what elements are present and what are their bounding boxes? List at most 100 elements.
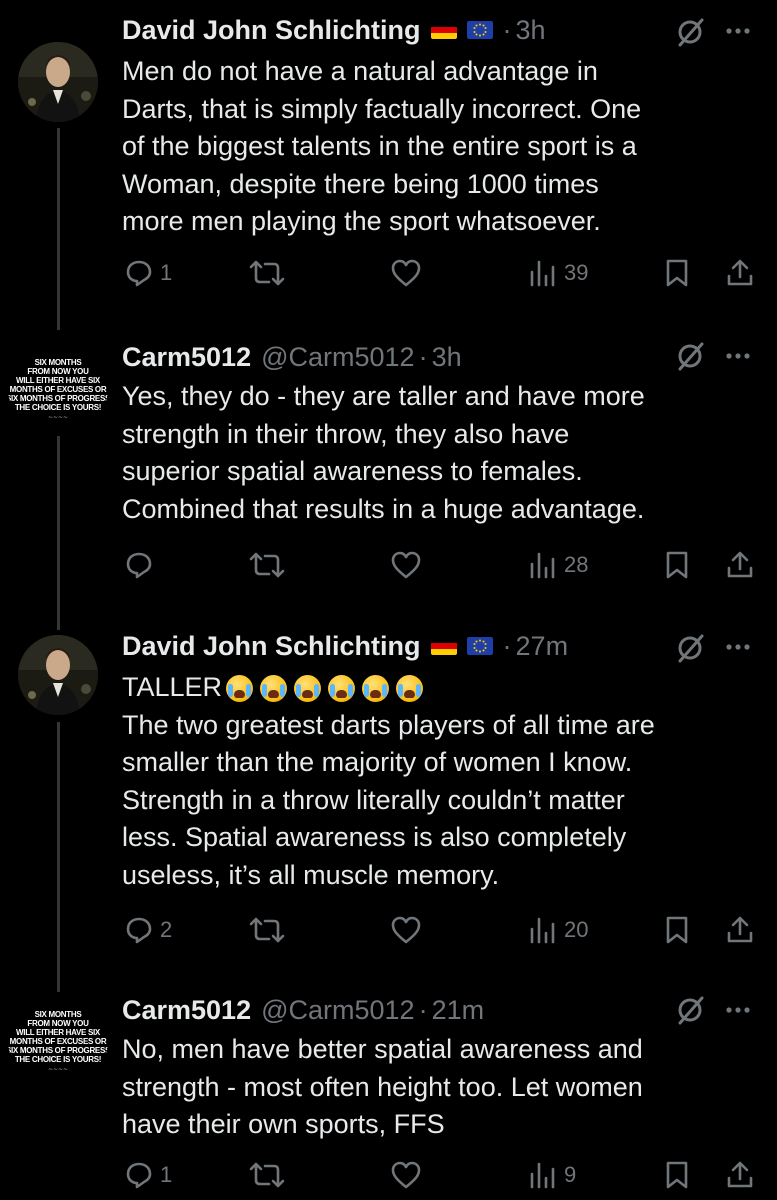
repost-button[interactable] bbox=[247, 915, 287, 945]
tweet-text: Yes, they do - they are taller and have … bbox=[122, 378, 762, 528]
reply-button[interactable]: 1 bbox=[124, 1160, 172, 1190]
repost-button[interactable] bbox=[247, 550, 287, 580]
avatar[interactable]: SIX MONTHS FROM NOW YOU WILL EITHER HAVE… bbox=[8, 344, 108, 434]
like-button[interactable] bbox=[390, 1160, 422, 1190]
tweet-line: Men do not have a natural advantage in bbox=[122, 56, 598, 86]
share-button[interactable] bbox=[725, 1160, 755, 1190]
avatar-text-line: WILL EITHER HAVE SIX bbox=[16, 1027, 100, 1037]
views-count: 9 bbox=[564, 1162, 577, 1187]
reply-button[interactable]: 1 bbox=[124, 258, 172, 288]
grok-slash-icon[interactable] bbox=[675, 995, 705, 1025]
portrait-image bbox=[18, 635, 98, 715]
tweet-3[interactable]: David John Schlichting · 27m TALLER The … bbox=[0, 610, 777, 992]
germany-flag-icon bbox=[430, 637, 457, 655]
avatar-signature: ~~~~ bbox=[47, 413, 69, 421]
views-button[interactable]: 39 bbox=[528, 258, 588, 288]
grok-slash-icon[interactable] bbox=[675, 17, 705, 47]
tweet-text: TALLER The two greatest darts players of… bbox=[122, 669, 762, 894]
share-upload-icon bbox=[727, 259, 753, 286]
avatar-text-line: WILL EITHER HAVE SIX bbox=[16, 375, 100, 385]
timestamp[interactable]: 3h bbox=[516, 14, 546, 46]
tweet-4[interactable]: SIX MONTHS FROM NOW YOU WILL EITHER HAVE… bbox=[0, 970, 777, 1200]
views-button[interactable]: 20 bbox=[528, 915, 588, 945]
avatar[interactable] bbox=[18, 42, 98, 122]
avatar[interactable]: SIX MONTHS FROM NOW YOU WILL EITHER HAVE… bbox=[8, 996, 108, 1086]
tweet-line: Darts, that is simply factually incorrec… bbox=[122, 93, 642, 124]
more-dots-icon[interactable] bbox=[725, 642, 751, 652]
tweet-line: superior spatial awareness to females. bbox=[122, 456, 583, 486]
thread-connector bbox=[57, 970, 60, 988]
germany-flag-icon bbox=[430, 21, 457, 39]
views-count: 28 bbox=[564, 552, 589, 577]
tweet-2[interactable]: SIX MONTHS FROM NOW YOU WILL EITHER HAVE… bbox=[0, 310, 777, 626]
repost-arrows-icon bbox=[249, 1162, 285, 1188]
like-button[interactable] bbox=[390, 915, 422, 945]
author-name[interactable]: Carm5012 bbox=[122, 341, 251, 373]
tweet-line: Strength in a throw literally couldn’t m… bbox=[122, 784, 625, 815]
separator-dot: · bbox=[502, 15, 512, 45]
more-dots-icon[interactable] bbox=[725, 351, 751, 361]
author-handle[interactable]: @Carm5012 bbox=[261, 341, 414, 373]
avatar-text-line: SIX MONTHS bbox=[34, 1009, 82, 1019]
avatar-signature: ~~~~ bbox=[47, 1065, 69, 1073]
repost-arrows-icon bbox=[249, 552, 285, 578]
tweet-line: TALLER bbox=[122, 672, 223, 702]
timestamp[interactable]: 21m bbox=[432, 994, 485, 1026]
views-bars-icon bbox=[530, 552, 555, 579]
views-button[interactable]: 28 bbox=[528, 550, 588, 580]
loudly-crying-face-icon bbox=[362, 675, 390, 703]
tweet-line: of the biggest talents in the entire spo… bbox=[122, 131, 637, 161]
tweet-text: Men do not have a natural advantage in D… bbox=[122, 53, 762, 241]
bookmark-button[interactable] bbox=[663, 1160, 691, 1190]
grok-slash-icon[interactable] bbox=[675, 633, 705, 663]
tweet-line: useless, it’s all muscle memory. bbox=[122, 859, 500, 890]
repost-button[interactable] bbox=[247, 258, 287, 288]
more-dots-icon[interactable] bbox=[725, 1005, 751, 1015]
author-name[interactable]: David John Schlichting bbox=[122, 14, 421, 46]
tweet-1[interactable]: David John Schlichting · 3h Men do not h… bbox=[0, 0, 777, 320]
reply-count: 2 bbox=[160, 917, 173, 942]
views-button[interactable]: 9 bbox=[528, 1160, 576, 1190]
avatar[interactable] bbox=[18, 635, 98, 715]
repost-arrows-icon bbox=[249, 917, 285, 943]
repost-button[interactable] bbox=[247, 1160, 287, 1190]
bookmark-button[interactable] bbox=[663, 258, 691, 288]
share-button[interactable] bbox=[725, 258, 755, 288]
author-handle[interactable]: @Carm5012 bbox=[261, 994, 414, 1026]
like-button[interactable] bbox=[390, 550, 422, 580]
avatar-text-line: SIX MONTHS OF PROGRESS bbox=[8, 1045, 108, 1055]
reply-count: 1 bbox=[160, 1162, 173, 1187]
separator-dot: · bbox=[418, 995, 428, 1025]
bookmark-icon bbox=[666, 551, 688, 579]
share-button[interactable] bbox=[725, 550, 755, 580]
views-bars-icon bbox=[530, 917, 555, 944]
tweet-line: strength - most often height too. Let wo… bbox=[122, 1071, 643, 1102]
thread-connector bbox=[57, 722, 60, 992]
more-dots-icon[interactable] bbox=[725, 26, 751, 36]
timestamp[interactable]: 27m bbox=[516, 630, 569, 662]
share-upload-icon bbox=[727, 551, 753, 578]
author-name[interactable]: Carm5012 bbox=[122, 994, 251, 1026]
heart-icon bbox=[391, 551, 421, 579]
bookmark-button[interactable] bbox=[663, 915, 691, 945]
reply-button[interactable]: 2 bbox=[124, 915, 172, 945]
bookmark-button[interactable] bbox=[663, 550, 691, 580]
grok-slash-icon[interactable] bbox=[675, 341, 705, 371]
bookmark-icon bbox=[666, 916, 688, 944]
like-button[interactable] bbox=[390, 258, 422, 288]
action-bar: 1 9 bbox=[0, 1160, 777, 1196]
tweet-text: No, men have better spatial awareness an… bbox=[122, 1031, 762, 1144]
repost-arrows-icon bbox=[249, 260, 285, 286]
views-count: 39 bbox=[564, 260, 589, 285]
reply-bubble-icon bbox=[126, 917, 152, 944]
tweet-header: Carm5012 @Carm5012 · 21m bbox=[122, 994, 484, 1026]
reply-button[interactable] bbox=[124, 550, 154, 580]
author-name[interactable]: David John Schlichting bbox=[122, 630, 421, 662]
share-button[interactable] bbox=[725, 915, 755, 945]
loudly-crying-face-icon bbox=[396, 675, 424, 703]
tweet-line: Woman, despite there being 1000 times bbox=[122, 168, 599, 199]
views-bars-icon bbox=[530, 260, 555, 287]
avatar-text-line: THE CHOICE IS YOURS! bbox=[14, 402, 102, 412]
timestamp[interactable]: 3h bbox=[432, 341, 462, 373]
tweet-line: have their own sports, FFS bbox=[122, 1109, 445, 1139]
